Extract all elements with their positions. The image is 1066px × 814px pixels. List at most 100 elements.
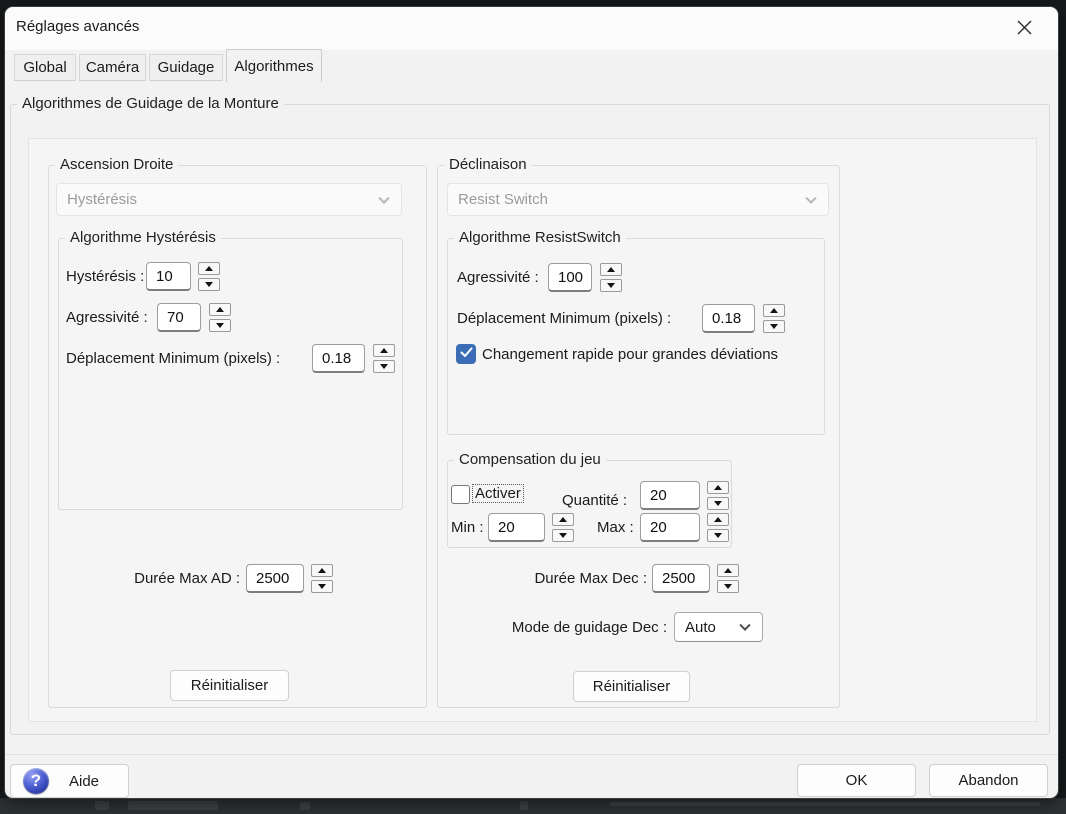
arrow-down-icon: [380, 364, 388, 369]
spin-down-button[interactable]: [198, 278, 220, 291]
spin-up-button[interactable]: [707, 513, 729, 526]
ra-max-duration-input[interactable]: [246, 564, 304, 593]
spin-down-button[interactable]: [763, 320, 785, 333]
spin-down-button[interactable]: [311, 580, 333, 593]
spin-down-button[interactable]: [209, 319, 231, 332]
arrow-up-icon: [724, 568, 732, 573]
help-button-label: Aide: [69, 772, 100, 790]
ra-aggressiveness-spinner: [209, 303, 231, 332]
tab-global[interactable]: Global: [14, 54, 76, 81]
dec-aggressiveness-spinner: [600, 263, 622, 292]
dec-algorithm-selected: Resist Switch: [458, 191, 549, 208]
spin-up-button[interactable]: [209, 303, 231, 316]
help-button[interactable]: ? Aide: [10, 764, 129, 798]
arrow-down-icon: [770, 324, 778, 329]
backlash-min-spinner: [552, 513, 574, 542]
backlash-max-label: Max :: [597, 519, 634, 536]
spin-down-button[interactable]: [717, 580, 739, 593]
ra-hysteresis-input[interactable]: [146, 262, 191, 291]
spin-up-button[interactable]: [707, 481, 729, 494]
backlash-amount-spinner: [707, 481, 729, 510]
dec-max-duration-label: Durée Max Dec :: [534, 570, 647, 587]
arrow-down-icon: [714, 533, 722, 538]
dec-max-duration-spinner: [717, 564, 739, 593]
ra-group-label: Ascension Droite: [55, 156, 179, 173]
backlash-enable-label[interactable]: Activer: [472, 484, 524, 503]
dec-min-move-input[interactable]: [702, 304, 755, 333]
dec-guide-mode-select[interactable]: Auto: [674, 612, 763, 642]
arrow-down-icon: [607, 283, 615, 288]
footer-separator: [5, 754, 1058, 755]
arrow-up-icon: [380, 348, 388, 353]
dec-max-duration-input[interactable]: [652, 564, 710, 593]
arrow-up-icon: [559, 517, 567, 522]
mount-algorithms-group-label: Algorithmes de Guidage de la Monture: [17, 95, 284, 112]
arrow-up-icon: [714, 485, 722, 490]
backlash-min-label: Min :: [451, 519, 484, 536]
ra-min-move-spinner: [373, 344, 395, 373]
dec-fast-switch-label: Changement rapide pour grandes déviation…: [482, 346, 779, 363]
arrow-down-icon: [714, 501, 722, 506]
ra-hysteresis-spinner: [198, 262, 220, 291]
ra-algorithm-selected: Hystérésis: [67, 191, 138, 208]
backlash-enable-checkbox[interactable]: [451, 485, 470, 504]
dec-min-move-label: Déplacement Minimum (pixels) :: [457, 310, 672, 327]
tab-camera[interactable]: Caméra: [79, 54, 146, 81]
arrow-up-icon: [216, 307, 224, 312]
spin-down-button[interactable]: [373, 360, 395, 373]
dec-inner-group-label: Algorithme ResistSwitch: [454, 229, 626, 246]
cancel-button[interactable]: Abandon: [929, 764, 1048, 797]
ra-max-duration-label: Durée Max AD :: [134, 570, 240, 587]
backlash-group-label: Compensation du jeu: [454, 451, 606, 468]
close-button[interactable]: [1004, 15, 1044, 45]
title-bar: Réglages avancés: [5, 7, 1058, 50]
arrow-up-icon: [205, 266, 213, 271]
chevron-down-icon: [739, 619, 751, 631]
backlash-amount-input[interactable]: [640, 481, 700, 510]
spin-up-button[interactable]: [311, 564, 333, 577]
arrow-down-icon: [559, 533, 567, 538]
chevron-down-icon: [805, 192, 817, 204]
arrow-up-icon: [318, 568, 326, 573]
chevron-down-icon: [378, 192, 390, 204]
spin-up-button[interactable]: [198, 262, 220, 275]
spin-down-button[interactable]: [552, 529, 574, 542]
ok-button[interactable]: OK: [797, 764, 916, 797]
dec-guide-mode-label: Mode de guidage Dec :: [511, 619, 667, 636]
screen: Réglages avancés Global Caméra Guidage A…: [0, 0, 1066, 814]
background-status-bar: [0, 798, 1066, 814]
tab-algorithmes[interactable]: Algorithmes: [226, 49, 322, 82]
ra-aggressiveness-input[interactable]: [157, 303, 201, 332]
dec-algorithm-select[interactable]: Resist Switch: [447, 183, 829, 216]
backlash-max-spinner: [707, 513, 729, 542]
check-icon: [460, 345, 473, 363]
ra-aggressiveness-label: Agressivité :: [66, 309, 148, 326]
spin-up-button[interactable]: [717, 564, 739, 577]
arrow-down-icon: [318, 584, 326, 589]
backlash-max-input[interactable]: [640, 513, 700, 542]
ra-max-duration-spinner: [311, 564, 333, 593]
arrow-down-icon: [216, 323, 224, 328]
ra-min-move-label: Déplacement Minimum (pixels) :: [66, 350, 281, 367]
arrow-down-icon: [724, 584, 732, 589]
spin-up-button[interactable]: [552, 513, 574, 526]
spin-down-button[interactable]: [600, 279, 622, 292]
arrow-down-icon: [205, 282, 213, 287]
dec-aggressiveness-input[interactable]: [548, 263, 592, 292]
close-icon: [1017, 20, 1032, 40]
spin-up-button[interactable]: [373, 344, 395, 357]
backlash-amount-label: Quantité :: [562, 492, 628, 509]
ra-inner-group-label: Algorithme Hystérésis: [65, 229, 221, 246]
arrow-up-icon: [714, 517, 722, 522]
ra-reset-button[interactable]: Réinitialiser: [170, 670, 289, 701]
dec-reset-button[interactable]: Réinitialiser: [573, 671, 690, 702]
dec-fast-switch-checkbox[interactable]: [456, 344, 476, 364]
spin-down-button[interactable]: [707, 529, 729, 542]
tab-guidage[interactable]: Guidage: [149, 54, 223, 81]
backlash-min-input[interactable]: [488, 513, 545, 542]
spin-up-button[interactable]: [763, 304, 785, 317]
ra-algorithm-select[interactable]: Hystérésis: [56, 183, 402, 216]
ra-min-move-input[interactable]: [312, 344, 365, 373]
spin-down-button[interactable]: [707, 497, 729, 510]
spin-up-button[interactable]: [600, 263, 622, 276]
